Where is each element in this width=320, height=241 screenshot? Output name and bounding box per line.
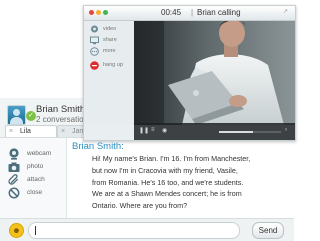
message-pane: Brian Smith: Hi! My name's Brian. I'm 16… [66,138,295,218]
tab-label: Lila [20,128,31,135]
hang-up-button[interactable]: hang up [84,61,134,71]
video-feed [134,21,295,125]
message-line: but now I'm in Cracovia with my friend, … [92,165,238,175]
fullscreen-icon[interactable]: ↗ [283,8,288,15]
playback-bar: ❚❚ ≡ ◉ › [134,123,295,140]
sidebar-item-label: photo [27,163,44,170]
call-status: Brian calling [197,8,241,17]
hangup-icon [90,61,99,70]
call-controls-sidebar: video share more hang up [84,21,134,125]
sidebar-item-label: webcam [27,150,52,157]
text-caret [35,226,36,235]
close-window-icon[interactable] [89,10,94,15]
call-item-label: video [103,26,117,32]
message-sender: Brian Smith: [72,141,124,152]
message-line: We are at a Shawn Mendes concert; he is … [92,189,242,199]
minimize-window-icon[interactable] [96,10,101,15]
avatar[interactable] [7,105,26,125]
chat-footer: ☻ Send [0,218,294,241]
sidebar-item-photo[interactable]: photo [6,161,64,173]
headphones-icon[interactable]: ◉ [162,127,167,134]
call-item-video[interactable]: video [84,25,134,35]
call-item-label: more [103,48,116,54]
monitor-icon [90,36,99,45]
sidebar-item-label: attach [27,176,45,183]
pause-icon[interactable]: ❚❚ [139,127,149,134]
progress-bar[interactable] [219,131,281,133]
sidebar-item-label: close [27,189,43,196]
close-tab-icon[interactable]: × [9,126,13,137]
webcam-icon [9,148,19,160]
video-feed-image [134,21,295,125]
sidebar-item-webcam[interactable]: webcam [6,148,64,160]
message-line: Ontario. Where are you from? [92,201,188,211]
call-item-label: share [103,37,117,43]
title-separator: | [191,8,194,17]
emoji-icon[interactable]: ☻ [9,223,24,238]
message-text: Hi! My name's Brian. I'm 16. I'm from Ma… [92,153,292,212]
video-titlebar: 00:45 | Brian calling ↗ [84,6,295,21]
call-item-label: hang up [103,62,123,68]
tab-lila[interactable]: × Lila [5,125,57,137]
video-call-window: 00:45 | Brian calling ↗ video share more… [83,5,296,141]
progress-fill [219,131,254,133]
zoom-window-icon[interactable] [103,10,108,15]
message-line: from Romania. He's 16 too, and we're stu… [92,177,244,187]
sidebar-item-attach[interactable]: attach [6,174,64,186]
volume-icon[interactable]: › [285,127,287,133]
call-item-more[interactable]: more [84,47,134,57]
send-button[interactable]: Send [252,222,284,239]
message-line: Hi! My name's Brian. I'm 16. I'm from Ma… [92,154,251,163]
call-item-share[interactable]: share [84,36,134,46]
more-icon [90,47,99,56]
camera-icon [8,162,20,172]
contact-name: Brian Smith [36,104,86,115]
close-tab-icon[interactable]: × [61,126,65,137]
chat-toggle-icon[interactable]: ≡ [151,127,155,133]
paperclip-icon [8,174,19,185]
message-input[interactable] [28,222,240,239]
chat-body: webcam photo attach close Brian Smith: H… [0,137,295,218]
video-icon [91,25,98,33]
block-icon [8,187,20,199]
call-timer: 00:45 [161,8,182,17]
sidebar-item-close[interactable]: close [6,187,64,199]
online-status-icon: ✓ [26,111,36,121]
